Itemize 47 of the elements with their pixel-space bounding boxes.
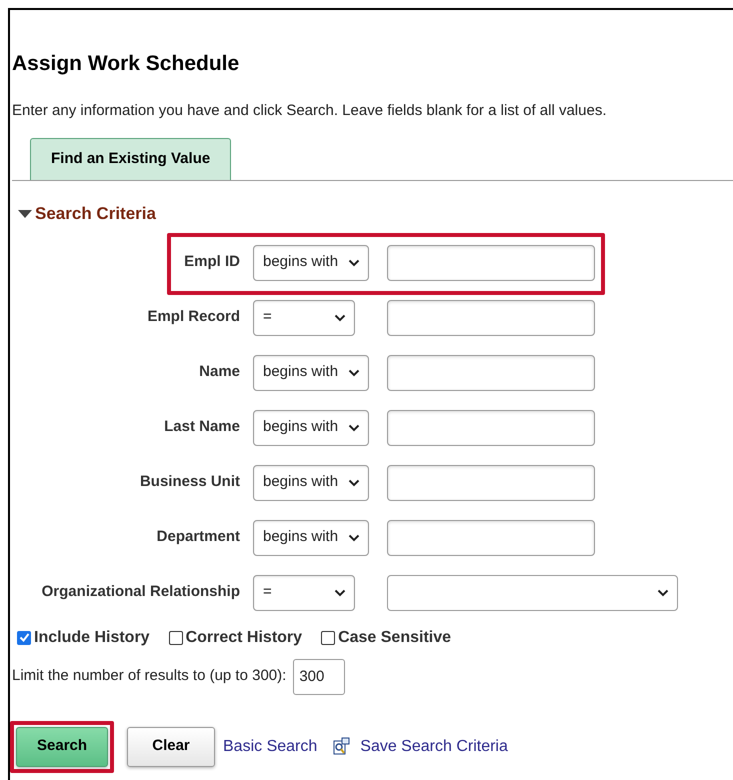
checkbox[interactable] <box>321 630 336 644</box>
text-field[interactable] <box>387 354 595 390</box>
operator-dropdown[interactable]: begins with <box>253 410 370 446</box>
checkbox-label: Correct History <box>186 628 302 648</box>
checkbox-label: Include History <box>34 628 150 648</box>
section-toggle[interactable]: Search Criteria <box>18 201 156 226</box>
chevron-down-icon <box>348 478 360 486</box>
operator-dropdown[interactable]: = <box>253 300 355 336</box>
operator-dropdown[interactable]: begins with <box>253 354 370 390</box>
clear-button[interactable]: Clear <box>127 726 215 766</box>
text-field[interactable] <box>387 410 595 446</box>
chevron-down-icon <box>334 588 346 596</box>
chevron-down-icon <box>348 424 360 432</box>
link[interactable]: Basic Search <box>223 734 318 758</box>
search-button[interactable]: Search <box>16 726 108 766</box>
operator-dropdown[interactable]: begins with <box>253 464 370 500</box>
chevron-down-icon <box>657 588 669 596</box>
checkbox[interactable] <box>168 630 183 644</box>
text-field[interactable] <box>387 244 595 280</box>
chevron-down-icon <box>348 258 360 266</box>
field-label: Last Name <box>163 417 240 438</box>
checkbox[interactable] <box>17 630 31 644</box>
instructions-text: Enter any information you have and click Search. Leave fields blank for a list of all values. <box>12 100 608 120</box>
tab[interactable]: Find an Existing Value <box>30 138 232 180</box>
operator-dropdown[interactable]: begins with <box>253 244 370 280</box>
chevron-down-icon <box>334 314 346 322</box>
chevron-down-icon <box>348 534 360 542</box>
text-field[interactable] <box>387 300 595 336</box>
field-label: Name <box>198 362 240 382</box>
page-title: Assign Work Schedule <box>12 51 240 77</box>
field-label: Empl ID <box>183 252 240 272</box>
operator-dropdown[interactable]: = <box>253 574 355 610</box>
field-label: Empl Record <box>146 307 240 328</box>
limit-label: Limit the number of results to (up to 300): <box>12 666 286 686</box>
document-search-icon <box>333 737 350 756</box>
chevron-down-icon <box>348 368 360 376</box>
text-field[interactable] <box>387 520 595 556</box>
text-field[interactable] <box>387 464 595 500</box>
field-label: Department <box>156 527 240 548</box>
link[interactable]: Save Search Criteria <box>333 734 508 758</box>
field-label: Organizational Relationship <box>40 582 240 602</box>
checkbox-label: Case Sensitive <box>338 628 452 648</box>
value-dropdown[interactable] <box>387 574 678 610</box>
limit-field[interactable]: 300 <box>293 658 346 694</box>
field-label: Business Unit <box>138 472 240 492</box>
triangle-down-icon <box>18 210 32 218</box>
operator-dropdown[interactable]: begins with <box>253 520 370 556</box>
